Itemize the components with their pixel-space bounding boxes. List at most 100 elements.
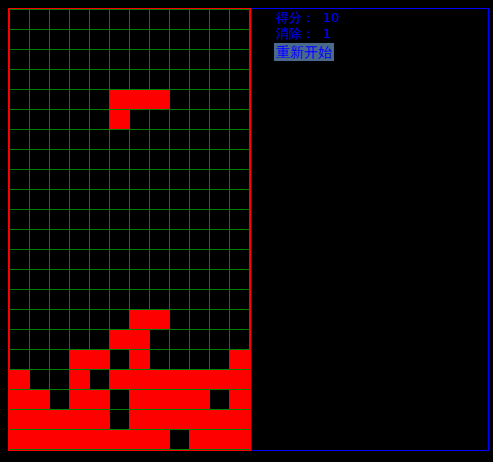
- empty-cell: [10, 290, 29, 309]
- stat-label: 消除：: [276, 26, 315, 42]
- empty-cell: [150, 230, 169, 249]
- empty-cell: [30, 170, 49, 189]
- empty-cell: [50, 330, 69, 349]
- empty-cell: [10, 330, 29, 349]
- filled-cell: [110, 330, 129, 349]
- empty-cell: [170, 350, 189, 369]
- empty-cell: [110, 310, 129, 329]
- filled-cell: [230, 370, 249, 389]
- empty-cell: [170, 50, 189, 69]
- empty-cell: [10, 230, 29, 249]
- filled-cell: [90, 430, 109, 449]
- empty-cell: [110, 10, 129, 29]
- empty-cell: [110, 130, 129, 149]
- empty-cell: [50, 170, 69, 189]
- empty-cell: [190, 330, 209, 349]
- empty-cell: [50, 50, 69, 69]
- empty-cell: [110, 50, 129, 69]
- empty-cell: [150, 210, 169, 229]
- empty-cell: [70, 30, 89, 49]
- empty-cell: [50, 210, 69, 229]
- empty-cell: [210, 250, 229, 269]
- empty-cell: [50, 110, 69, 129]
- filled-cell: [130, 390, 149, 409]
- empty-cell: [70, 290, 89, 309]
- empty-cell: [190, 270, 209, 289]
- empty-cell: [170, 30, 189, 49]
- empty-cell: [190, 50, 209, 69]
- empty-cell: [70, 230, 89, 249]
- empty-cell: [130, 70, 149, 89]
- empty-cell: [70, 170, 89, 189]
- empty-cell: [110, 150, 129, 169]
- empty-cell: [210, 150, 229, 169]
- empty-cell: [30, 210, 49, 229]
- empty-cell: [130, 270, 149, 289]
- empty-cell: [230, 10, 249, 29]
- empty-cell: [150, 50, 169, 69]
- stat-label: 得分：: [276, 10, 315, 26]
- empty-cell: [10, 50, 29, 69]
- empty-cell: [10, 110, 29, 129]
- empty-cell: [210, 270, 229, 289]
- empty-cell: [230, 330, 249, 349]
- empty-cell: [230, 110, 249, 129]
- empty-cell: [190, 70, 209, 89]
- filled-cell: [90, 410, 109, 429]
- empty-cell: [30, 290, 49, 309]
- empty-cell: [50, 70, 69, 89]
- filled-cell: [150, 310, 169, 329]
- empty-cell: [150, 350, 169, 369]
- empty-cell: [130, 210, 149, 229]
- filled-cell: [230, 430, 249, 449]
- empty-cell: [90, 10, 109, 29]
- empty-cell: [210, 50, 229, 69]
- empty-cell: [90, 310, 109, 329]
- filled-cell: [130, 410, 149, 429]
- empty-cell: [10, 310, 29, 329]
- filled-cell: [10, 390, 29, 409]
- empty-cell: [110, 290, 129, 309]
- empty-cell: [30, 110, 49, 129]
- filled-cell: [50, 430, 69, 449]
- empty-cell: [10, 70, 29, 89]
- empty-cell: [210, 70, 229, 89]
- empty-cell: [30, 370, 49, 389]
- empty-cell: [90, 30, 109, 49]
- empty-cell: [210, 110, 229, 129]
- empty-cell: [110, 190, 129, 209]
- empty-cell: [90, 270, 109, 289]
- empty-cell: [50, 310, 69, 329]
- empty-cell: [110, 170, 129, 189]
- filled-cell: [150, 430, 169, 449]
- empty-cell: [150, 250, 169, 269]
- empty-cell: [50, 10, 69, 29]
- empty-cell: [50, 190, 69, 209]
- empty-cell: [210, 290, 229, 309]
- empty-cell: [190, 130, 209, 149]
- empty-cell: [30, 50, 49, 69]
- game-window: 得分：10消除：1重新开始: [0, 0, 493, 462]
- filled-cell: [170, 390, 189, 409]
- empty-cell: [210, 330, 229, 349]
- filled-cell: [190, 430, 209, 449]
- empty-cell: [130, 190, 149, 209]
- filled-cell: [50, 410, 69, 429]
- empty-cell: [70, 70, 89, 89]
- filled-cell: [210, 430, 229, 449]
- restart-button[interactable]: 重新开始: [274, 43, 334, 61]
- empty-cell: [170, 270, 189, 289]
- empty-cell: [190, 290, 209, 309]
- empty-cell: [170, 330, 189, 349]
- empty-cell: [150, 70, 169, 89]
- empty-cell: [30, 150, 49, 169]
- empty-cell: [130, 110, 149, 129]
- empty-cell: [70, 210, 89, 229]
- empty-cell: [130, 170, 149, 189]
- empty-cell: [130, 130, 149, 149]
- filled-cell: [110, 430, 129, 449]
- stat-row: 消除：1: [276, 26, 331, 42]
- empty-cell: [190, 110, 209, 129]
- filled-cell: [110, 110, 129, 129]
- empty-cell: [190, 210, 209, 229]
